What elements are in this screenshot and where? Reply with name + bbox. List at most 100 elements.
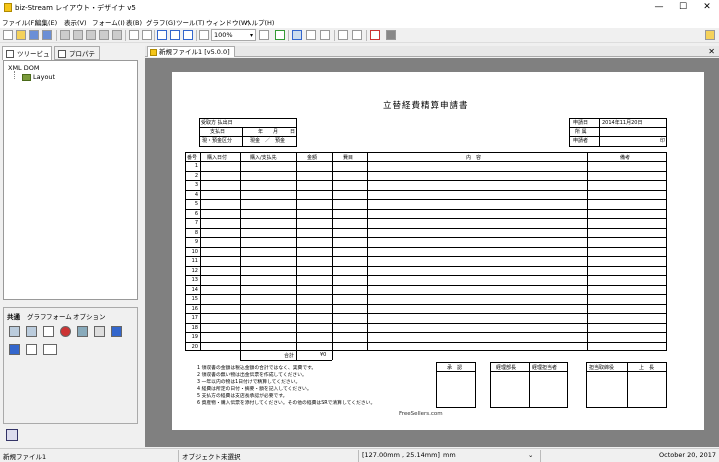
palette-tab-form[interactable]: フォーム xyxy=(46,311,72,321)
row-number: 20 xyxy=(191,343,198,350)
distribute-icon[interactable] xyxy=(352,30,362,40)
row-number: 12 xyxy=(191,267,198,274)
menu-help[interactable]: ヘルプ(H) xyxy=(245,17,274,27)
barcode-tool-icon[interactable] xyxy=(43,344,57,355)
cut-icon[interactable] xyxy=(73,30,83,40)
row-number: 8 xyxy=(194,229,198,236)
close-document-icon[interactable]: ✕ xyxy=(708,46,715,57)
palette-tab-graph[interactable]: グラフ xyxy=(27,311,47,321)
pay-date-label: 支払日 xyxy=(210,129,226,135)
zoom-in-icon[interactable] xyxy=(199,30,209,40)
page-preview-icon[interactable] xyxy=(183,30,193,40)
zoom-select[interactable]: 100% ▾ xyxy=(211,29,256,41)
run-icon[interactable] xyxy=(370,30,380,40)
row-number: 10 xyxy=(191,248,198,255)
row-number: 2 xyxy=(194,172,198,179)
row-divider xyxy=(185,208,667,210)
frame-tool-icon[interactable] xyxy=(111,326,122,337)
footer-brand: FreeSellers.com xyxy=(399,411,443,417)
palette-tab-common[interactable]: 共通 xyxy=(7,311,20,321)
window-title: biz-Stream レイアウト・デザイナ v5 xyxy=(15,4,136,12)
ruler-icon[interactable] xyxy=(320,30,330,40)
text-tool-icon[interactable] xyxy=(9,326,20,337)
row-divider xyxy=(185,218,667,219)
header-purchase-date: 購入日付 xyxy=(207,155,228,161)
page-layout-icon[interactable] xyxy=(170,30,180,40)
row-number: 18 xyxy=(191,324,198,331)
align-icon[interactable] xyxy=(338,30,348,40)
tree-icon xyxy=(6,50,14,58)
save-all-icon[interactable] xyxy=(42,30,52,40)
total-value: ¥0 xyxy=(320,352,327,358)
status-coords: [127.00mm , 25.14mm] xyxy=(362,451,440,459)
snap-icon[interactable] xyxy=(306,30,316,40)
grid-icon[interactable] xyxy=(292,30,302,40)
status-bar: 新規ファイル1 オブジェクト未選択 [127.00mm , 25.14mm] m… xyxy=(0,448,719,462)
row-number: 6 xyxy=(194,210,198,217)
unit-select[interactable]: mm xyxy=(443,451,456,459)
tree-root[interactable]: XML DOM xyxy=(8,64,39,72)
component-palette: 共通 グラフ フォーム オプション xyxy=(3,307,138,424)
image-tool-icon[interactable] xyxy=(77,326,88,337)
minimize-button[interactable]: — xyxy=(647,0,671,15)
paste-icon[interactable] xyxy=(99,30,109,40)
menu-edit[interactable]: 編集(E) xyxy=(35,17,57,27)
open-icon[interactable] xyxy=(16,30,26,40)
edit-icon[interactable] xyxy=(275,30,285,40)
row-number: 7 xyxy=(194,220,198,226)
menu-window[interactable]: ウィンドウ(W) xyxy=(206,17,250,27)
copy-icon[interactable] xyxy=(86,30,96,40)
redo-icon[interactable] xyxy=(142,30,152,40)
pay-date-year: 年 xyxy=(258,129,264,135)
kind-value: 現金 ／ 預金 xyxy=(250,138,286,144)
tab-treeview[interactable]: ツリービュー xyxy=(2,46,52,72)
notes-icon[interactable] xyxy=(705,30,715,40)
close-button[interactable]: ✕ xyxy=(695,0,719,15)
note-3: 3 一年以内の物は1日付けで精算してください。 xyxy=(197,380,301,385)
page-icon[interactable] xyxy=(157,30,167,40)
group-tool-icon[interactable] xyxy=(9,344,20,355)
zoom-out-icon[interactable] xyxy=(259,30,269,40)
maximize-button[interactable]: ☐ xyxy=(671,0,695,15)
row-divider xyxy=(185,303,667,305)
menu-tools[interactable]: ツール(T) xyxy=(176,17,205,27)
save-icon[interactable] xyxy=(29,30,39,40)
apply-date-label: 申請日 xyxy=(573,120,589,126)
row-divider xyxy=(185,284,667,286)
undo-icon[interactable] xyxy=(129,30,139,40)
expense-table[interactable] xyxy=(185,152,667,351)
delete-icon[interactable] xyxy=(112,30,122,40)
field-tool-icon[interactable] xyxy=(26,326,37,337)
new-icon[interactable] xyxy=(3,30,13,40)
tab-properties[interactable]: プロパティ xyxy=(54,46,100,72)
form-title[interactable]: 立替経費精算申請書 xyxy=(383,99,469,111)
row-divider xyxy=(185,237,667,238)
menu-table[interactable]: 表(B) xyxy=(126,17,142,27)
unit-chevron-down-icon[interactable]: ⌄ xyxy=(528,451,533,459)
menu-view[interactable]: 表示(V) xyxy=(64,17,87,27)
menu-bar: ファイル(F) 編集(E) 表示(V) フォーム(I) 表(B) グラフ(G) … xyxy=(0,15,719,28)
line-tool-icon[interactable] xyxy=(26,344,37,355)
palette-tab-option[interactable]: オプション xyxy=(73,311,106,321)
row-divider xyxy=(185,322,667,324)
stamp-director-label: 担当取締役 xyxy=(589,365,615,371)
row-divider xyxy=(185,227,667,229)
pointer-tool-icon[interactable] xyxy=(6,429,18,441)
document-icon xyxy=(150,49,157,56)
pie-tool-icon[interactable] xyxy=(60,326,71,337)
header-remarks: 備考 xyxy=(620,155,631,161)
print-icon[interactable] xyxy=(60,30,70,40)
menu-graph[interactable]: グラフ(G) xyxy=(146,17,176,27)
table-tool-icon[interactable] xyxy=(94,326,105,337)
row-number: 5 xyxy=(194,201,198,207)
tree-item-label: Layout xyxy=(33,73,56,81)
document-tab[interactable]: 新規ファイル1 [v5.0.0] xyxy=(147,46,235,57)
tree-item-layout[interactable]: Layout xyxy=(22,73,55,81)
row-number: 9 xyxy=(194,239,198,245)
chart-tool-icon[interactable] xyxy=(43,326,54,337)
menu-form[interactable]: フォーム(I) xyxy=(92,17,125,27)
menu-file[interactable]: ファイル(F) xyxy=(2,17,37,27)
tree-view[interactable]: XML DOM Layout xyxy=(3,60,138,300)
stop-icon[interactable] xyxy=(386,30,396,40)
left-panel-tabs: ツリービュー プロパティ xyxy=(2,46,142,72)
